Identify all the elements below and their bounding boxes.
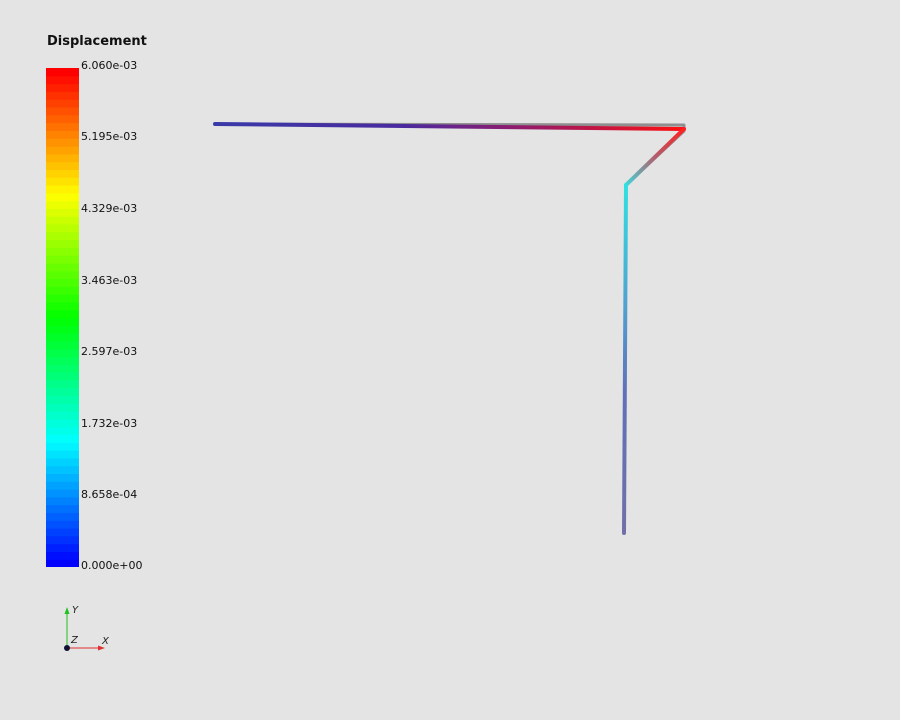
y-axis-arrow xyxy=(64,607,70,614)
render-viewport[interactable]: Displacement 6.060e-03 5.195e-03 4.329e-… xyxy=(0,0,900,720)
undeformed-pipe xyxy=(214,122,686,534)
z-axis-letter: Z xyxy=(70,635,79,646)
z-axis-origin xyxy=(64,645,70,651)
deformed-pipe-vertical xyxy=(622,183,628,535)
orientation-axes: Y X Z xyxy=(64,605,110,651)
pipe-model-scene xyxy=(213,122,686,535)
y-axis-letter: Y xyxy=(72,605,79,616)
deformed-pipe-elbow xyxy=(624,127,686,187)
x-axis-letter: X xyxy=(101,636,110,647)
